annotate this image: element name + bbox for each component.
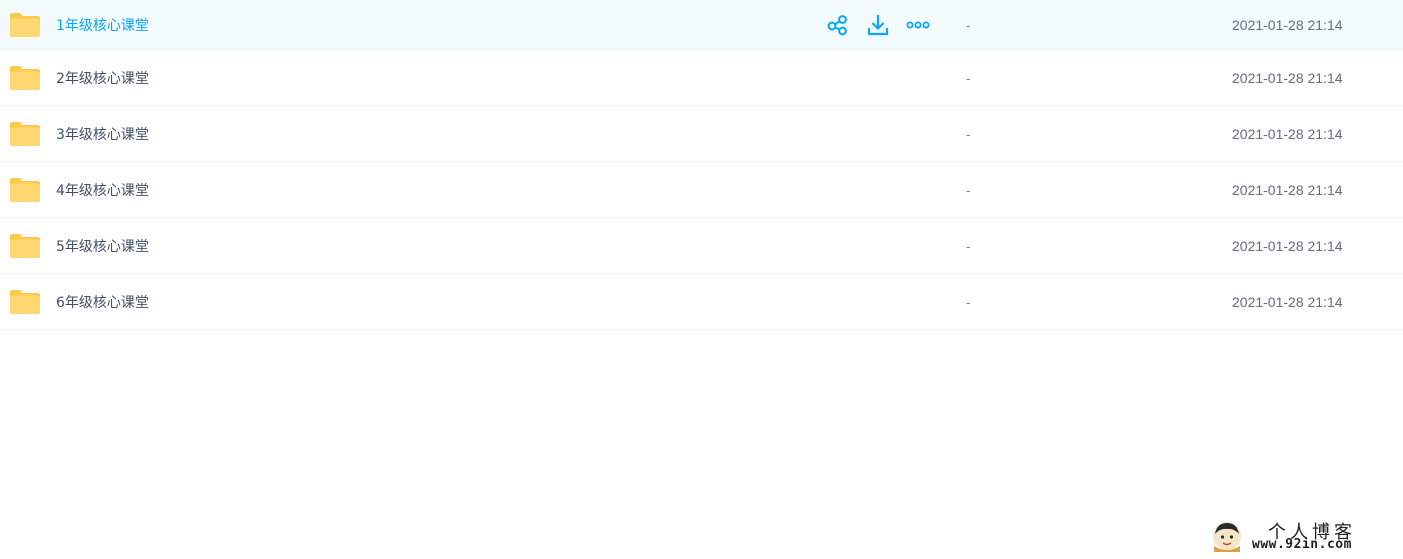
file-list: 1年级核心课堂 - 2021-01-28 21:14 2年级核心课堂 - 202… — [0, 0, 1403, 330]
file-name[interactable]: 1年级核心课堂 — [56, 15, 149, 35]
blog-watermark: 个人博客 www.92in.com — [1206, 514, 1396, 556]
folder-icon — [10, 289, 40, 314]
watermark-url: www.92in.com — [1252, 537, 1352, 552]
more-icon[interactable] — [906, 13, 930, 37]
file-modified: 2021-01-28 21:14 — [1232, 181, 1343, 198]
file-size: - — [966, 125, 971, 142]
file-size: - — [966, 69, 971, 86]
file-name[interactable]: 3年级核心课堂 — [56, 124, 149, 144]
folder-icon — [10, 65, 40, 90]
download-icon[interactable] — [866, 13, 890, 37]
file-row-5[interactable]: 5年级核心课堂 - 2021-01-28 21:14 — [0, 218, 1403, 274]
share-icon[interactable] — [826, 13, 850, 37]
folder-icon — [10, 121, 40, 146]
row-actions — [826, 13, 936, 37]
folder-icon — [10, 233, 40, 258]
file-name[interactable]: 5年级核心课堂 — [56, 236, 149, 256]
file-size: - — [966, 293, 971, 310]
file-row-2[interactable]: 2年级核心课堂 - 2021-01-28 21:14 — [0, 50, 1403, 106]
file-row-3[interactable]: 3年级核心课堂 - 2021-01-28 21:14 — [0, 106, 1403, 162]
folder-icon — [10, 177, 40, 202]
file-modified: 2021-01-28 21:14 — [1232, 16, 1343, 33]
file-size: - — [966, 16, 971, 33]
file-name[interactable]: 4年级核心课堂 — [56, 180, 149, 200]
file-row-4[interactable]: 4年级核心课堂 - 2021-01-28 21:14 — [0, 162, 1403, 218]
folder-icon — [10, 12, 40, 37]
file-row-6[interactable]: 6年级核心课堂 - 2021-01-28 21:14 — [0, 274, 1403, 330]
file-row-1[interactable]: 1年级核心课堂 - 2021-01-28 21:14 — [0, 0, 1403, 50]
file-modified: 2021-01-28 21:14 — [1232, 69, 1343, 86]
file-modified: 2021-01-28 21:14 — [1232, 293, 1343, 310]
file-size: - — [966, 237, 971, 254]
file-name[interactable]: 2年级核心课堂 — [56, 68, 149, 88]
avatar-icon — [1213, 522, 1241, 552]
file-size: - — [966, 181, 971, 198]
file-modified: 2021-01-28 21:14 — [1232, 125, 1343, 142]
file-modified: 2021-01-28 21:14 — [1232, 237, 1343, 254]
file-name[interactable]: 6年级核心课堂 — [56, 292, 149, 312]
